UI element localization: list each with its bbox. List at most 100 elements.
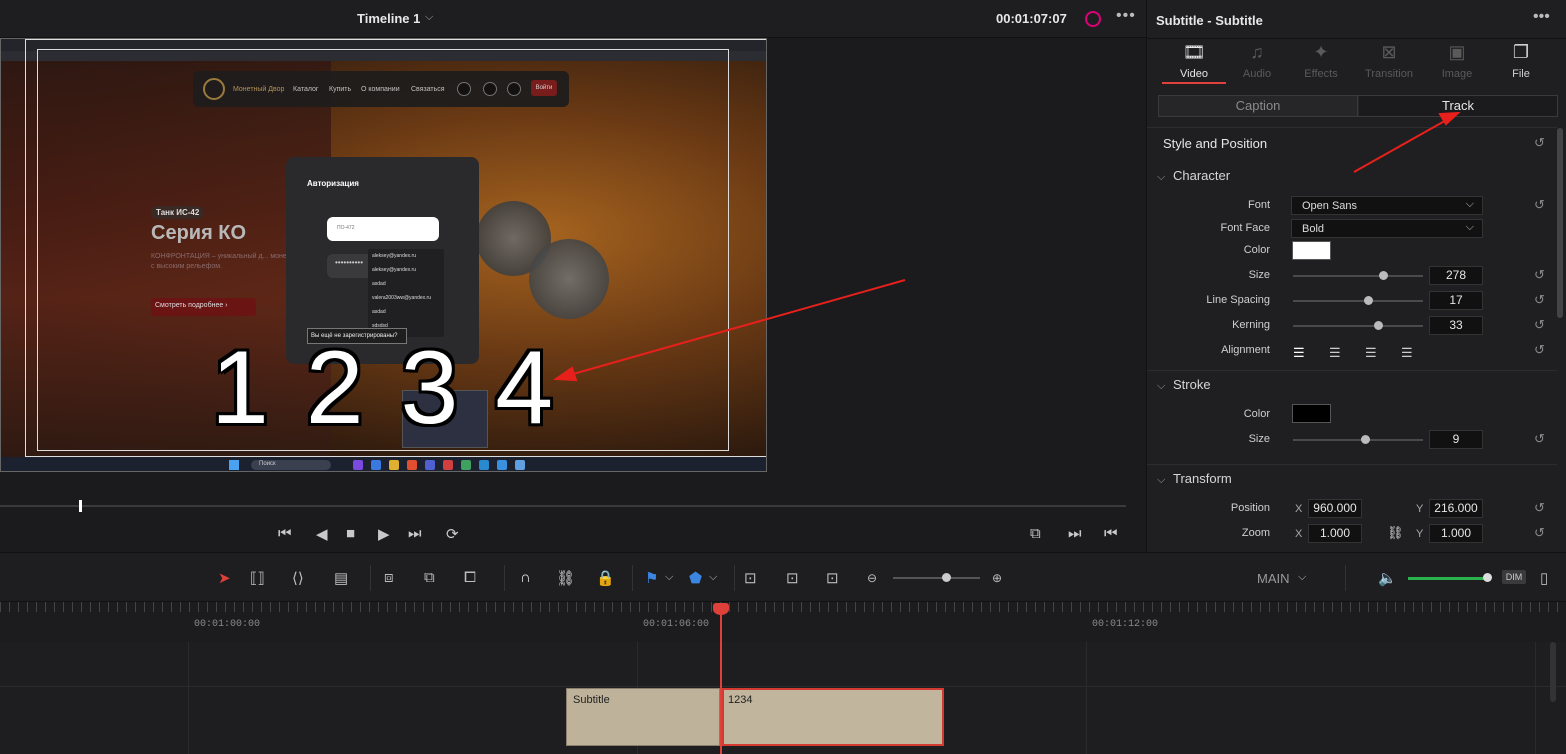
blade-icon[interactable]: ▤ (334, 569, 348, 587)
playhead-handle[interactable] (713, 603, 729, 615)
insert-clip-icon[interactable]: ⧈ (384, 569, 394, 586)
zoom-y-input[interactable]: 1.000 (1429, 524, 1483, 543)
kerning-slider[interactable] (1293, 321, 1423, 330)
zoom-x-input[interactable]: 1.000 (1308, 524, 1362, 543)
more-options-icon[interactable]: ••• (1116, 7, 1136, 25)
position-y-input[interactable]: 216.000 (1429, 499, 1483, 518)
meter-icon[interactable]: ▯ (1540, 569, 1548, 587)
prev-edit-icon[interactable]: ⏮ (1104, 525, 1118, 542)
link-icon[interactable]: ⛓ (556, 569, 575, 587)
skip-to-end-icon[interactable]: ⏭ (408, 525, 422, 542)
reset-icon[interactable]: ↺ (1534, 317, 1545, 333)
stroke-section-header[interactable]: ⌵ Stroke (1157, 377, 1211, 393)
viewer-scrubber[interactable] (0, 505, 1126, 507)
timeline-ruler[interactable]: 00:01:00:00 00:01:06:00 00:01:12:00 (0, 602, 1566, 642)
subtitle-clip-selected[interactable]: 1234 (722, 688, 944, 746)
dim-button[interactable]: DIM (1502, 570, 1526, 584)
align-right-icon[interactable]: ☰ (1365, 345, 1377, 361)
position-x-input[interactable]: 960.000 (1308, 499, 1362, 518)
tab-image[interactable]: ▣ Image (1425, 42, 1489, 80)
volume-slider[interactable] (1408, 577, 1488, 580)
tab-audio[interactable]: ♫ Audio (1225, 42, 1289, 80)
reset-icon[interactable]: ↺ (1534, 292, 1545, 308)
slider-knob[interactable] (1374, 321, 1383, 330)
tab-transition[interactable]: ⊠ Transition (1357, 42, 1421, 80)
align-justify-icon[interactable]: ☰ (1401, 345, 1413, 361)
font-face-dropdown[interactable]: Bold ⌵ (1291, 219, 1483, 238)
subtitle-clip[interactable]: Subtitle (566, 688, 720, 746)
kerning-input[interactable]: 33 (1429, 316, 1483, 335)
reset-icon[interactable]: ↺ (1534, 135, 1545, 151)
more-options-icon[interactable]: ••• (1533, 8, 1550, 26)
lock-icon[interactable]: 🔒 (596, 569, 615, 587)
zoom-out-icon[interactable]: ⊖ (867, 571, 877, 585)
replace-clip-icon[interactable]: ⧠ (464, 569, 476, 586)
reset-icon[interactable]: ↺ (1534, 525, 1545, 541)
size-slider[interactable] (1293, 271, 1423, 280)
dynamic-trim-icon[interactable]: ⟨⟩ (292, 569, 304, 587)
line-spacing-slider[interactable] (1293, 296, 1423, 305)
chevron-down-icon[interactable]: ⌵ (425, 11, 433, 24)
align-center-icon[interactable]: ☰ (1329, 345, 1341, 361)
align-left-icon[interactable]: ☰ (1293, 345, 1305, 361)
zoom-detail-icon[interactable]: ⊡ (786, 569, 799, 587)
trim-edit-icon[interactable]: ⟦⟧ (250, 569, 265, 587)
zoom-in-icon[interactable]: ⊕ (992, 571, 1002, 585)
stop-icon[interactable]: ■ (346, 525, 355, 542)
font-dropdown[interactable]: Open Sans ⌵ (1291, 196, 1483, 215)
tab-label: Effects (1304, 68, 1338, 80)
zoom-full-icon[interactable]: ⊡ (744, 569, 757, 587)
overwrite-clip-icon[interactable]: ⧉ (424, 569, 435, 586)
stroke-size-input[interactable]: 9 (1429, 430, 1483, 449)
loop-icon[interactable]: ⟳ (446, 525, 459, 543)
next-edit-icon[interactable]: ⏭ (1068, 525, 1082, 542)
reset-icon[interactable]: ↺ (1534, 431, 1545, 447)
chevron-down-icon[interactable]: ⌵ (1298, 571, 1306, 584)
slider-knob[interactable] (1364, 296, 1373, 305)
reset-icon[interactable]: ↺ (1534, 197, 1545, 213)
windows-start-icon (229, 460, 239, 470)
size-input[interactable]: 278 (1429, 266, 1483, 285)
stroke-size-slider[interactable] (1293, 435, 1423, 444)
reset-icon[interactable]: ↺ (1534, 267, 1545, 283)
slider-knob[interactable] (1361, 435, 1370, 444)
link-icon[interactable]: ⛓ (1387, 525, 1404, 541)
tab-video[interactable]: 🎞 Video (1162, 42, 1226, 80)
reset-icon[interactable]: ↺ (1534, 500, 1545, 516)
chevron-down-icon[interactable]: ⌵ (665, 571, 673, 584)
timeline-scrollbar[interactable] (1550, 642, 1556, 702)
slider-knob[interactable] (1483, 573, 1492, 582)
tab-effects[interactable]: ✦ Effects (1289, 42, 1353, 80)
reset-icon[interactable]: ↺ (1534, 342, 1545, 358)
snapping-icon[interactable]: ∩ (520, 569, 531, 586)
scrubber-handle[interactable] (79, 500, 82, 512)
playhead-line[interactable] (720, 612, 722, 754)
slider-knob[interactable] (1379, 271, 1388, 280)
speaker-icon[interactable]: 🔈 (1378, 569, 1397, 587)
match-frame-icon[interactable]: ⧉ (1030, 525, 1041, 542)
tab-file[interactable]: ❐ File (1489, 42, 1553, 80)
segment-track[interactable]: Track (1359, 96, 1557, 116)
text-color-swatch[interactable] (1292, 241, 1331, 260)
transform-section-header[interactable]: ⌵ Transform (1157, 471, 1232, 487)
character-section-header[interactable]: ⌵ Character (1157, 168, 1230, 184)
play-reverse-icon[interactable]: ◀ (316, 525, 328, 543)
flag-icon[interactable]: ⚑ (645, 569, 658, 587)
chevron-down-icon[interactable]: ⌵ (709, 571, 717, 584)
timeline-title[interactable]: Timeline 1 (357, 11, 420, 26)
slider-knob[interactable] (942, 573, 951, 582)
marker-icon[interactable]: ⬟ (689, 569, 702, 587)
segment-caption[interactable]: Caption (1159, 96, 1358, 116)
color-picker-icon[interactable] (1085, 11, 1101, 27)
subtitle-text-overlay[interactable]: 1 2 3 4 (211, 329, 557, 448)
line-spacing-input[interactable]: 17 (1429, 291, 1483, 310)
skip-to-start-icon[interactable]: ⏮ (278, 525, 292, 542)
zoom-slider[interactable] (893, 577, 980, 579)
selection-arrow-icon[interactable]: ➤ (218, 569, 231, 587)
inspector-scrollbar[interactable] (1557, 128, 1563, 318)
video-frame[interactable]: Монетный Двор Каталог Купить О компании … (0, 38, 767, 472)
track-destination-select[interactable]: MAIN (1257, 571, 1290, 586)
stroke-color-swatch[interactable] (1292, 404, 1331, 423)
zoom-custom-icon[interactable]: ⊡ (826, 569, 839, 587)
play-icon[interactable]: ▶ (378, 525, 390, 543)
